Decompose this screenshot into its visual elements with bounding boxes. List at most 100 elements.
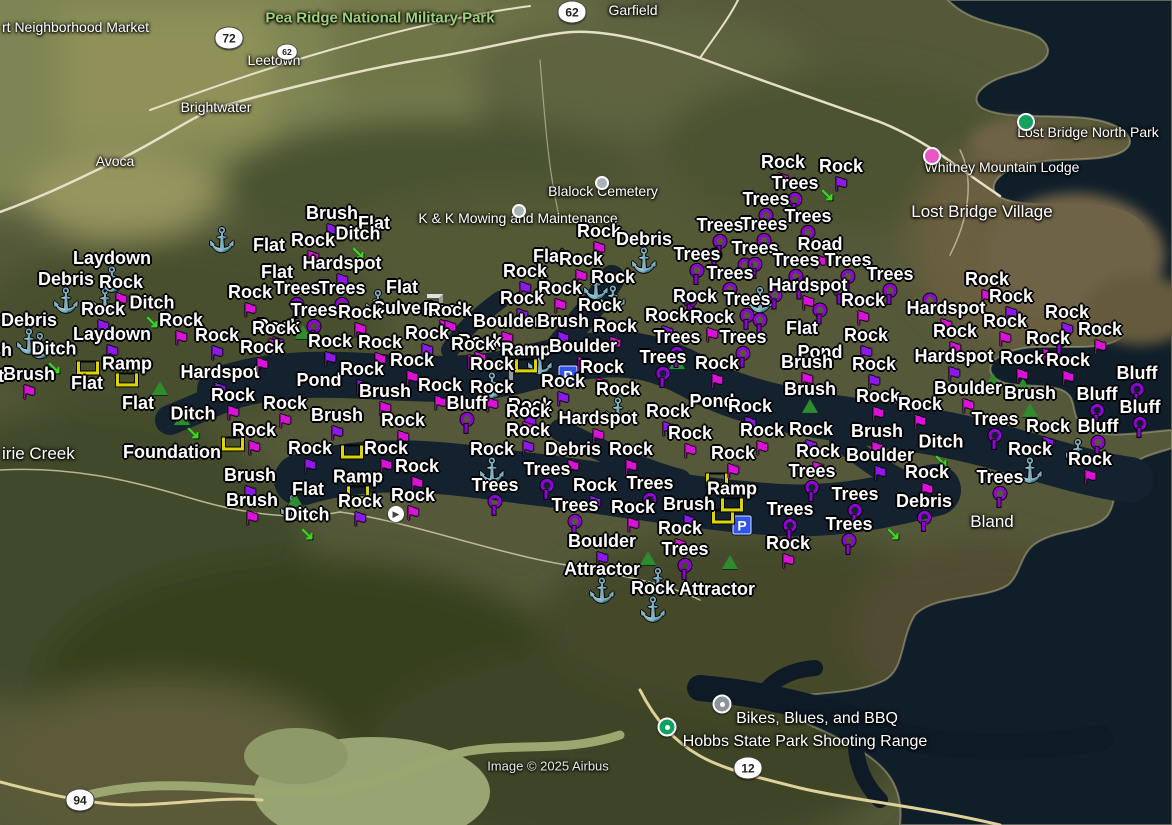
route-shield: 62 bbox=[277, 44, 298, 61]
waypoint-marker-rock[interactable]: Rock ⚑ bbox=[240, 338, 284, 376]
waypoint-label: Trees bbox=[626, 474, 673, 492]
waypoint-marker-rock[interactable]: Rock ⚑ bbox=[288, 439, 332, 477]
waypoint-marker-trees[interactable]: Trees bbox=[471, 476, 518, 518]
waypoint-label: Debris bbox=[616, 230, 672, 248]
waypoint-marker-ditch[interactable]: Ditch ↘ bbox=[285, 506, 330, 543]
waypoint-marker-brush[interactable]: Brush ⚑ bbox=[226, 491, 278, 529]
waypoint-marker-flat[interactable]: Flat bbox=[386, 278, 418, 296]
waypoint-marker-rock[interactable]: Rock ⚑ bbox=[819, 157, 863, 195]
pin-icon bbox=[1130, 383, 1143, 396]
waypoint-marker-rock[interactable]: Rock ⚑ bbox=[391, 486, 435, 524]
waypoint-label: Trees bbox=[696, 216, 743, 234]
waypoint-marker-foundation[interactable]: Foundation bbox=[123, 443, 221, 461]
waypoint-label: Rock bbox=[740, 421, 784, 439]
ramp-icon bbox=[515, 359, 537, 372]
waypoint-marker-rock[interactable]: Rock ⚑ bbox=[338, 492, 382, 530]
waypoint-marker-rock[interactable]: Rock ⚑ bbox=[856, 387, 900, 425]
flag-icon: ⚑ bbox=[708, 373, 725, 392]
waypoint-marker-trees[interactable]: Trees bbox=[825, 515, 872, 557]
place-label-garfield: Garfield bbox=[608, 2, 657, 18]
pin-green-poi-icon[interactable] bbox=[658, 718, 677, 737]
waypoint-label: Flat bbox=[386, 278, 418, 296]
waypoint-label: Trees bbox=[824, 251, 871, 269]
anchor-icon: ⚓ bbox=[52, 289, 81, 312]
waypoint-marker-brush[interactable]: Brush ⚑ bbox=[3, 365, 55, 403]
waypoint-marker-flat[interactable]: Flat bbox=[253, 236, 285, 254]
waypoint-marker-flat[interactable]: Flat bbox=[786, 319, 818, 337]
lodging-poi-icon[interactable] bbox=[923, 147, 941, 165]
waypoint-marker-ramp[interactable]: Ramp bbox=[102, 354, 152, 386]
waypoint-label: Rock bbox=[240, 338, 284, 356]
waypoint-marker-rock[interactable]: Rock ⚑ bbox=[711, 444, 755, 482]
waypoint-label: Brush bbox=[851, 422, 903, 440]
waypoint-label: Rock bbox=[1026, 329, 1070, 347]
waypoint-label: Brush bbox=[781, 353, 833, 371]
route-number: 62 bbox=[282, 47, 292, 57]
waypoint-marker-rock[interactable]: Rock ⚑ bbox=[841, 291, 885, 329]
gray-poi-icon[interactable] bbox=[595, 176, 609, 190]
waypoint-marker-rock[interactable]: Rock ⚑ bbox=[1000, 349, 1044, 387]
waypoint-marker-trees[interactable]: Trees bbox=[788, 462, 835, 504]
waypoint-marker-rock[interactable]: Rock ⚑ bbox=[195, 326, 239, 364]
waypoint-marker-brush[interactable]: Brush bbox=[0, 341, 12, 359]
waypoint-marker-rock[interactable]: Rock ⚓ bbox=[631, 579, 675, 621]
waypoint-label: Debris bbox=[38, 270, 94, 288]
waypoint-marker-rock[interactable]: Rock ⚑ bbox=[695, 354, 739, 392]
waypoint-marker-flat[interactable]: Flat bbox=[0, 367, 4, 385]
waypoint-marker-boulder[interactable]: Boulder ⚑ bbox=[846, 446, 914, 484]
flag-icon: ⚑ bbox=[1059, 370, 1076, 389]
waypoint-label: Rock bbox=[989, 287, 1033, 305]
waypoint-marker-flat[interactable]: Flat bbox=[71, 374, 103, 392]
waypoint-marker-rock[interactable]: Rock ⚑ bbox=[1068, 450, 1112, 488]
waypoint-marker-attractor[interactable]: Attractor bbox=[679, 580, 755, 598]
waypoint-marker-bluff[interactable]: Bluff bbox=[447, 394, 488, 436]
waypoint-label: Rock bbox=[81, 300, 125, 318]
waypoint-label: Rock bbox=[983, 312, 1027, 330]
waypoint-marker-rock[interactable]: Rock ⚑ bbox=[983, 312, 1027, 350]
waypoint-marker-debris[interactable]: Debris bbox=[896, 492, 952, 534]
waypoint-label: Rock bbox=[506, 421, 550, 439]
waypoint-label: Brush bbox=[0, 341, 12, 359]
waypoint-marker-hardspot[interactable]: Hardspot ⚑ bbox=[768, 276, 847, 314]
pin-gray-poi-icon[interactable] bbox=[713, 695, 732, 714]
waypoint-label: Trees bbox=[723, 290, 770, 308]
pin-icon bbox=[678, 559, 691, 572]
gray-poi-icon[interactable] bbox=[512, 204, 526, 218]
waypoint-label: Rock bbox=[841, 291, 885, 309]
park-poi-icon[interactable] bbox=[1017, 113, 1035, 131]
pin-icon bbox=[568, 515, 581, 528]
waypoint-label: Hardspot bbox=[302, 254, 381, 272]
waypoint-marker-pond[interactable]: Pond bbox=[297, 371, 342, 389]
waypoint-label: Rock bbox=[1026, 417, 1070, 435]
waypoint-marker-flat[interactable]: Flat bbox=[292, 480, 324, 498]
waypoint-label: Trees bbox=[831, 485, 878, 503]
route-number: 94 bbox=[73, 793, 86, 807]
waypoint-marker-brush[interactable]: Brush bbox=[784, 380, 836, 413]
waypoint-marker-rock[interactable]: Rock ⚑ bbox=[211, 386, 255, 424]
waypoint-marker-bluff[interactable]: Bluff bbox=[1120, 398, 1161, 440]
waypoint-marker-attractor[interactable]: Attractor ⚓ bbox=[564, 560, 640, 602]
waypoint-marker-rock[interactable]: Rock ⚑ bbox=[668, 424, 712, 462]
pin-icon bbox=[805, 481, 818, 494]
place-label-rt-neighborhood-market: rt Neighborhood Market bbox=[2, 19, 149, 35]
waypoint-marker-trees[interactable]: Trees bbox=[661, 540, 708, 582]
route-shield: 94 bbox=[66, 789, 95, 812]
route-shield: 12 bbox=[734, 757, 763, 780]
waypoint-marker-flat[interactable]: Flat bbox=[122, 394, 154, 412]
waypoint-label: Trees bbox=[976, 468, 1023, 486]
waypoint-label: Rock bbox=[596, 380, 640, 398]
pin-icon bbox=[788, 193, 801, 206]
waypoint-marker-debris[interactable]: Debris ⚓ bbox=[616, 230, 672, 272]
waypoint-marker-rock[interactable]: Rock ⚑ bbox=[232, 421, 276, 459]
waypoint-marker-rock[interactable]: Rock ⚑ bbox=[766, 534, 810, 572]
waypoint-marker-ditch[interactable]: Ditch ↘ bbox=[171, 405, 216, 442]
waypoint-marker-trees[interactable]: Trees bbox=[639, 348, 686, 390]
waypoint-marker-rock[interactable]: Rock ⚑ bbox=[898, 395, 942, 433]
waypoint-label: Ramp bbox=[333, 467, 383, 485]
flag-icon: ⚑ bbox=[799, 295, 816, 314]
satellite-map-viewport[interactable]: Rock ⚑ Debris ⚓ Flat Rock ⚑ Rock ⚑ Rock … bbox=[0, 0, 1172, 825]
waypoint-marker-trees[interactable]: Trees bbox=[976, 468, 1023, 510]
waypoint-label: Rock bbox=[291, 231, 335, 249]
waypoint-label: Brush bbox=[226, 491, 278, 509]
waypoint-label: Rock bbox=[631, 579, 675, 597]
